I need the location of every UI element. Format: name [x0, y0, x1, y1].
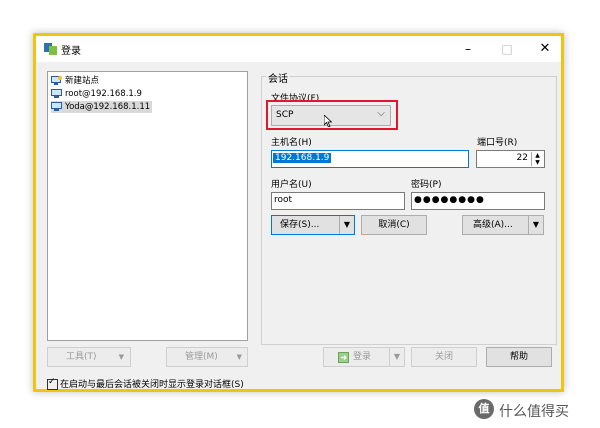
tree-item-yoda-site[interactable]: Yoda@192.168.1.11: [51, 101, 153, 113]
chevron-down-icon: ▼: [236, 353, 242, 361]
watermark: 值 什么值得买: [474, 397, 596, 423]
highlight-box: [266, 100, 398, 130]
password-input[interactable]: ●●●●●●●●: [411, 192, 545, 210]
advanced-dropdown-icon[interactable]: ▼: [528, 216, 543, 234]
port-spinner[interactable]: ▲ ▼: [531, 152, 543, 166]
watermark-logo-icon: 值: [474, 399, 494, 419]
maximize-button[interactable]: □: [497, 40, 517, 58]
close-dialog-button[interactable]: 关闭: [411, 347, 477, 367]
advanced-button-label: 高级(A)...: [473, 220, 513, 230]
password-label: 密码(P): [411, 180, 442, 190]
checkbox-checked-icon[interactable]: [47, 377, 58, 390]
login-dialog: 登录 – □ ✕ 新建站点 root@192.168.1.9 Yoda@192.…: [33, 33, 564, 392]
winscp-app-icon: [44, 43, 57, 55]
save-button[interactable]: 保存(S)... ▼: [271, 215, 355, 235]
user-label: 用户名(U): [271, 180, 312, 190]
tree-item-root-site[interactable]: root@192.168.1.9: [51, 88, 144, 100]
cancel-button-label: 取消(C): [378, 220, 410, 230]
show-login-checkbox[interactable]: 在启动与最后会话被关闭时显示登录对话框(S): [47, 377, 244, 390]
port-value: 22: [516, 153, 528, 163]
advanced-button[interactable]: 高级(A)... ▼: [462, 215, 544, 235]
watermark-text: 什么值得买: [499, 404, 569, 420]
help-button[interactable]: 帮助: [486, 347, 552, 367]
title-bar: 登录 – □ ✕: [36, 36, 561, 62]
tree-item-label: root@192.168.1.9: [65, 89, 142, 99]
tools-button[interactable]: 工具(T) ▼: [47, 347, 131, 367]
tree-item-label: 新建站点: [65, 76, 100, 86]
host-input[interactable]: 192.168.1.9: [271, 150, 469, 168]
login-dropdown-icon[interactable]: ▼: [389, 348, 404, 366]
manage-button-label: 管理(M): [185, 352, 218, 362]
minimize-button[interactable]: –: [458, 40, 478, 58]
close-button[interactable]: ✕: [535, 40, 555, 58]
user-input[interactable]: root: [271, 192, 405, 210]
monitor-icon: [51, 89, 62, 98]
user-value: root: [274, 195, 293, 205]
window-title: 登录: [61, 46, 81, 57]
password-value: ●●●●●●●●: [414, 195, 485, 205]
show-login-checkbox-label: 在启动与最后会话被关闭时显示登录对话框(S): [60, 380, 244, 390]
session-group-label: 会话: [266, 70, 290, 85]
host-label: 主机名(H): [271, 138, 312, 148]
manage-button[interactable]: 管理(M) ▼: [166, 347, 248, 367]
mouse-cursor-icon: [324, 115, 332, 127]
host-value: 192.168.1.9: [273, 153, 332, 163]
cancel-button[interactable]: 取消(C): [361, 215, 427, 235]
save-dropdown-icon[interactable]: ▼: [339, 216, 354, 234]
port-label: 端口号(R): [477, 138, 518, 148]
chevron-down-icon: ▼: [118, 353, 124, 361]
login-button[interactable]: 登录 ▼: [323, 347, 405, 367]
port-input[interactable]: 22 ▲ ▼: [476, 150, 545, 168]
tools-button-label: 工具(T): [66, 352, 97, 362]
tree-item-new-site[interactable]: 新建站点: [51, 75, 101, 87]
tree-item-label: Yoda@192.168.1.11: [65, 102, 151, 112]
monitor-icon: [51, 102, 62, 111]
login-icon: [338, 352, 349, 363]
site-tree[interactable]: 新建站点 root@192.168.1.9 Yoda@192.168.1.11: [47, 71, 248, 341]
new-site-icon: [51, 76, 62, 85]
close-dialog-button-label: 关闭: [434, 352, 453, 362]
help-button-label: 帮助: [509, 352, 528, 362]
login-button-label: 登录: [353, 352, 372, 362]
save-button-label: 保存(S)...: [280, 220, 320, 230]
